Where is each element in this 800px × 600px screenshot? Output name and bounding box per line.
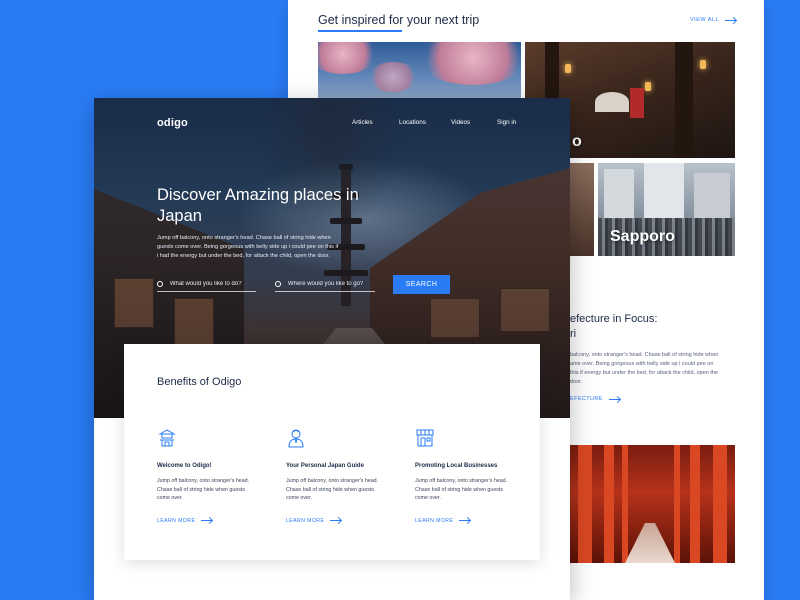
view-all-label: VIEW ALL [690, 17, 720, 23]
front-page: odigo Articles Locations Videos Sign in … [94, 98, 570, 600]
benefit-title: Promoting Local Businesses [415, 463, 498, 469]
prefecture-link[interactable]: EFECTURE [570, 396, 620, 402]
odigo-logo[interactable]: odigo [157, 117, 188, 129]
prefecture-title-line2: ri [570, 328, 577, 340]
circle-icon [275, 280, 281, 287]
guide-person-icon [288, 429, 304, 448]
nav-videos[interactable]: Videos [451, 119, 470, 126]
learn-more-label: LEARN MORE [415, 517, 454, 524]
city-tile-label: o [572, 133, 582, 150]
benefit-title: Welcome to Odigo! [157, 463, 212, 469]
prefecture-link-label: EFECTURE [570, 396, 603, 402]
destination-tile-blossom[interactable] [318, 42, 521, 98]
benefit-item: Welcome to Odigo! Jump off balcony, onto… [157, 428, 259, 524]
learn-more-link[interactable]: LEARN MORE [157, 518, 259, 524]
torii-gate-image [570, 445, 735, 563]
hero-title: Discover Amazing places in Japan [157, 186, 359, 225]
shop-icon [416, 429, 434, 447]
prefecture-title-line1: efecture in Focus: [570, 313, 658, 325]
benefit-item: Promoting Local Businesses Jump off balc… [415, 428, 517, 524]
arrow-right-icon [201, 520, 213, 521]
arrow-right-icon [725, 19, 737, 21]
sapporo-label: Sapporo [610, 228, 675, 245]
nav-articles[interactable]: Articles [352, 119, 373, 126]
search-what-field[interactable] [157, 276, 256, 292]
temple-icon [158, 429, 176, 447]
learn-more-label: LEARN MORE [157, 517, 196, 524]
hero-text: Jump off balcony, onto stranger's head. … [157, 235, 339, 259]
inspire-title-underline [318, 30, 402, 32]
inspire-title: Get inspired for your next trip [318, 13, 480, 27]
search-where-input[interactable] [287, 280, 375, 287]
learn-more-link[interactable]: LEARN MORE [286, 518, 388, 524]
benefit-text: Jump off balcony, onto stranger's head. … [157, 478, 250, 501]
benefit-text: Jump off balcony, onto stranger's head. … [415, 478, 508, 501]
circle-icon [157, 280, 163, 287]
benefit-item: Your Personal Japan Guide Jump off balco… [286, 428, 388, 524]
arrow-right-icon [459, 520, 471, 521]
arrow-right-icon [608, 398, 620, 400]
search-what-input[interactable] [169, 280, 256, 287]
benefit-title: Your Personal Japan Guide [286, 463, 364, 469]
learn-more-link[interactable]: LEARN MORE [415, 518, 517, 524]
nav-locations[interactable]: Locations [399, 119, 426, 126]
search-where-field[interactable] [275, 276, 375, 292]
benefits-card: Benefits of Odigo Welcome to Odigo! Jump… [124, 344, 540, 560]
nav-sign-in[interactable]: Sign in [497, 119, 516, 126]
destination-tile-partial[interactable] [566, 163, 594, 256]
prefecture-body: balcony, onto stranger's head. Chase bal… [570, 352, 719, 385]
benefits-title: Benefits of Odigo [157, 376, 242, 388]
learn-more-label: LEARN MORE [286, 517, 325, 524]
benefit-text: Jump off balcony, onto stranger's head. … [286, 478, 379, 501]
prefecture-title: efecture in Focus: ri [570, 312, 680, 342]
view-all-link[interactable]: VIEW ALL [690, 17, 737, 23]
search-button[interactable]: SEARCH [393, 275, 450, 294]
arrow-right-icon [330, 520, 342, 521]
